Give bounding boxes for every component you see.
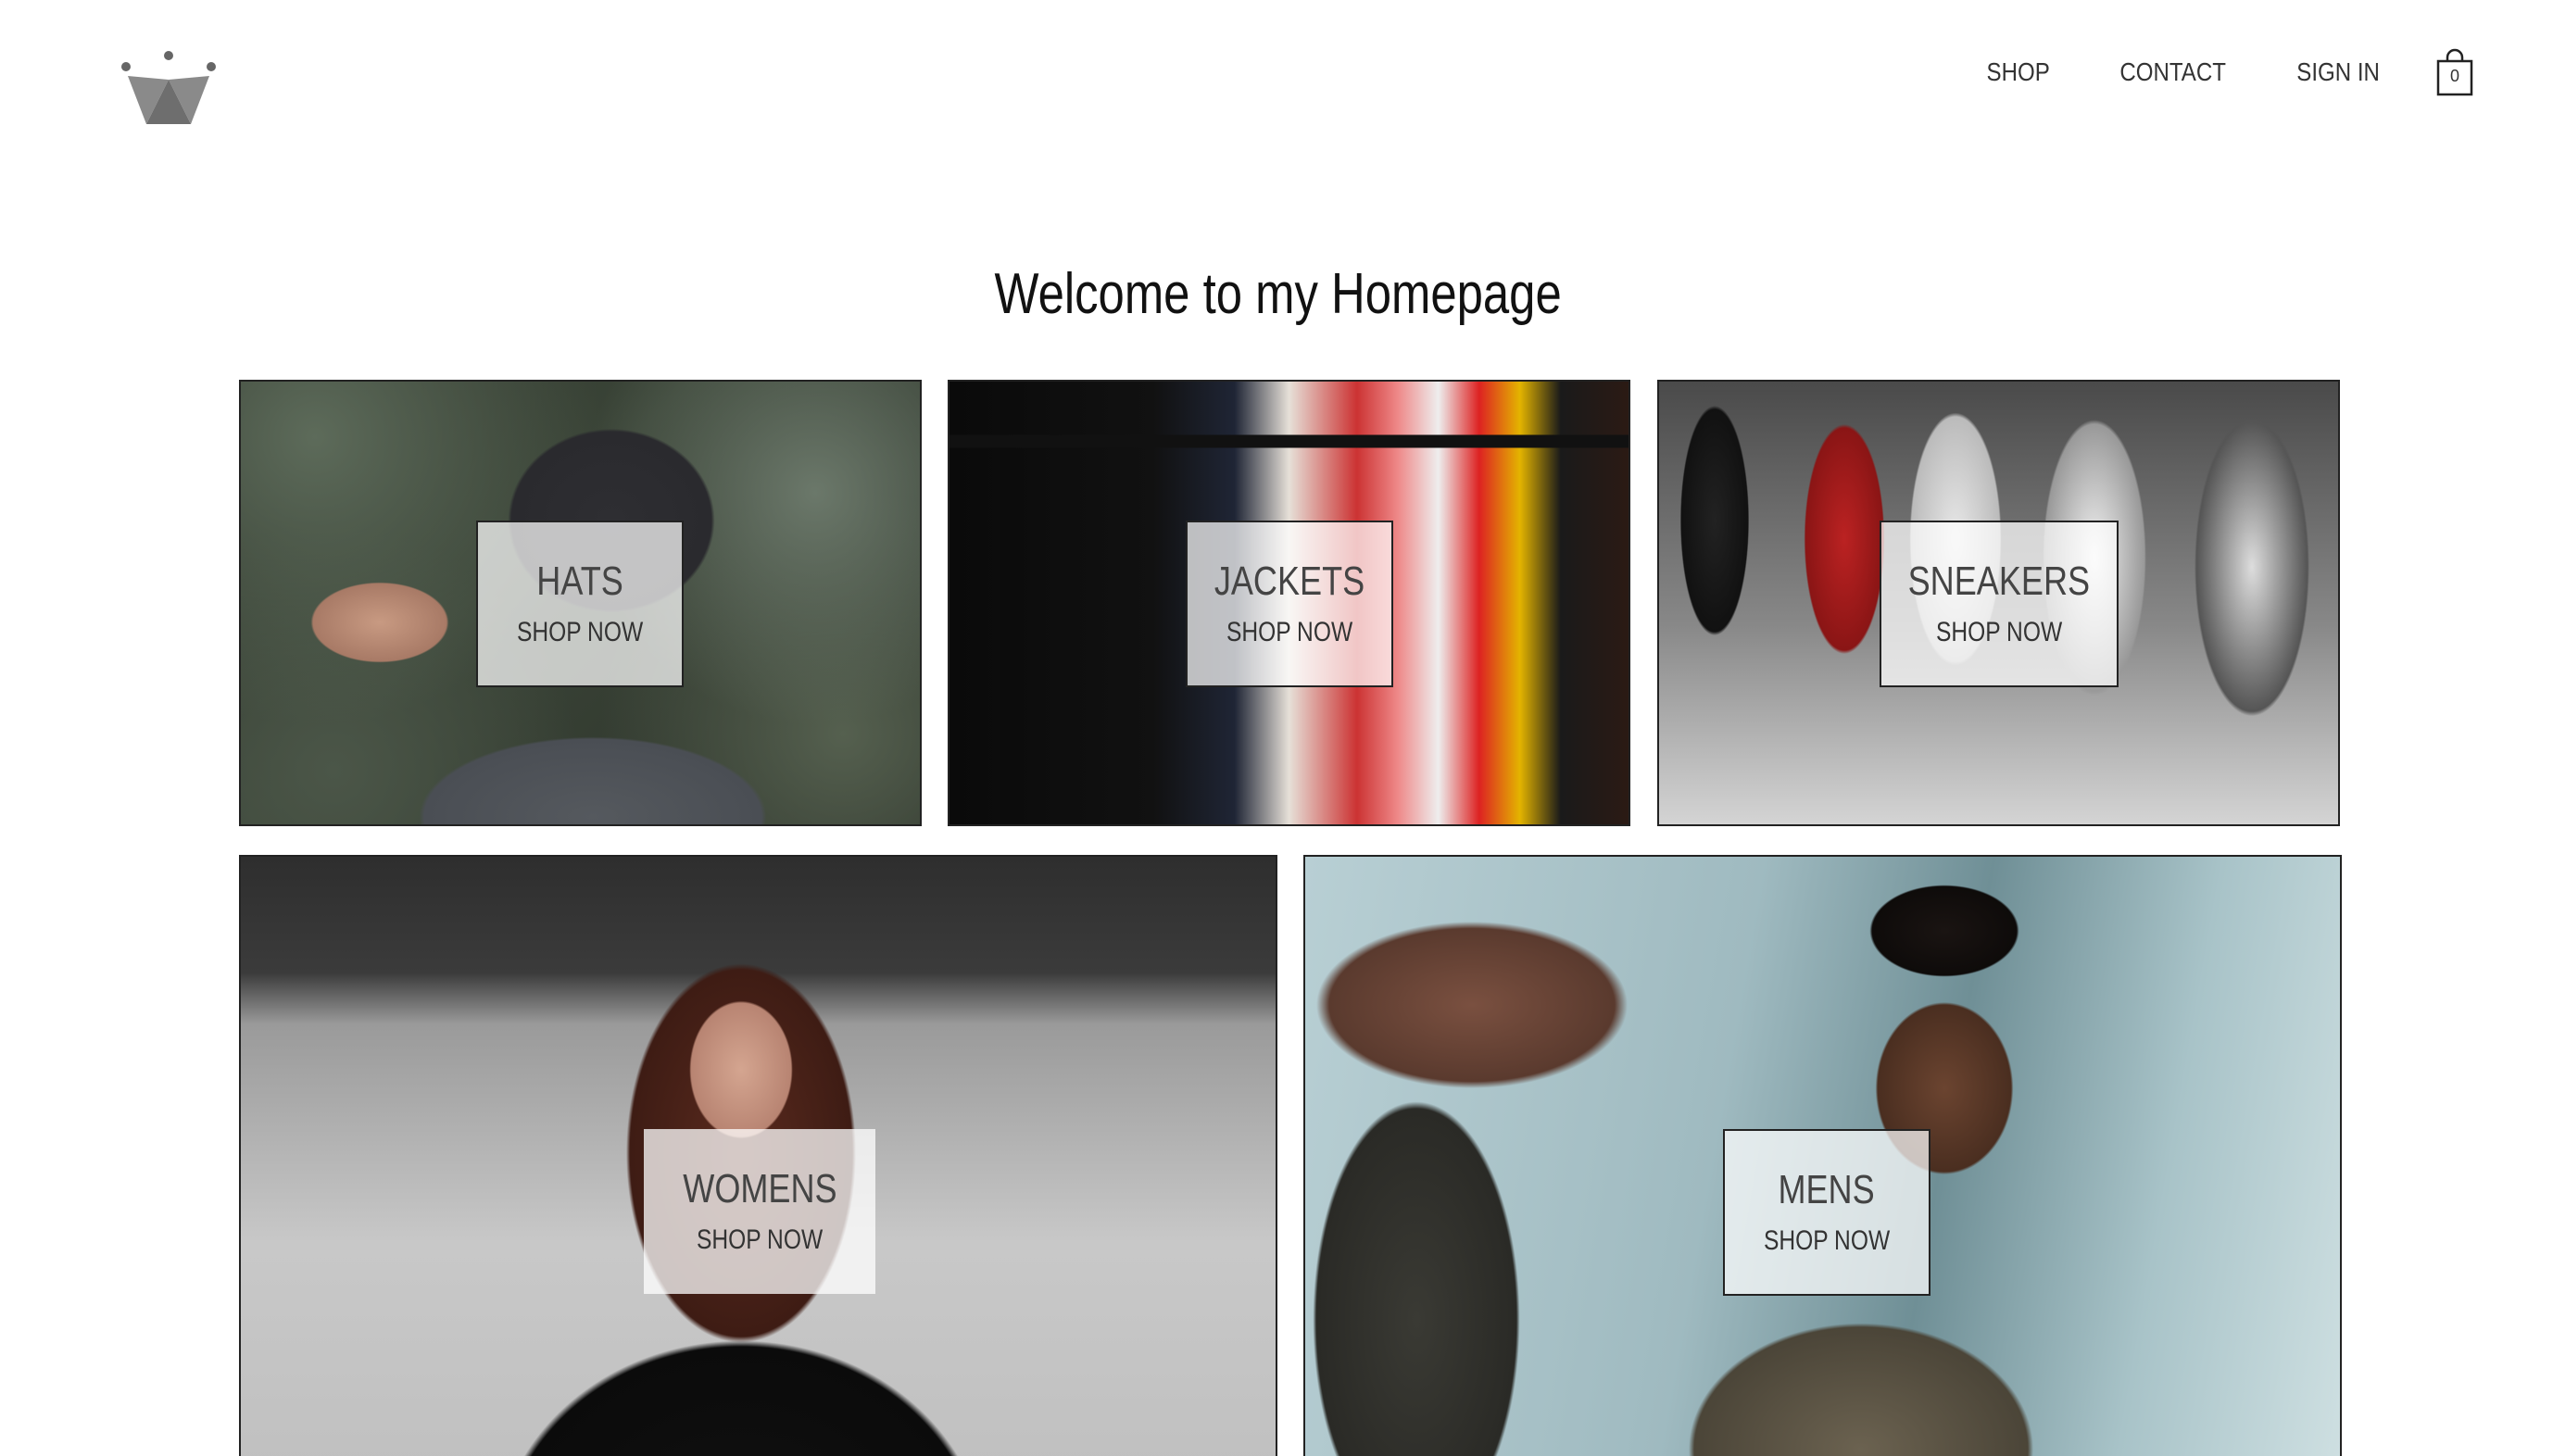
jackets-shop-now: SHOP NOW bbox=[1226, 617, 1353, 647]
sneakers-shop-now: SHOP NOW bbox=[1935, 617, 2063, 647]
nav-contact-link[interactable]: CONTACT bbox=[2119, 57, 2226, 87]
jackets-label[interactable]: JACKETS SHOP NOW bbox=[1186, 521, 1393, 687]
category-tile-womens[interactable]: WOMENS SHOP NOW bbox=[239, 855, 1277, 1456]
womens-shop-now: SHOP NOW bbox=[696, 1224, 824, 1255]
womens-label[interactable]: WOMENS SHOP NOW bbox=[644, 1129, 875, 1294]
nav-shop-link[interactable]: SHOP bbox=[1987, 57, 2050, 87]
womens-title: WOMENS bbox=[682, 1166, 837, 1211]
crown-logo-icon[interactable] bbox=[119, 48, 219, 130]
hats-shop-now: SHOP NOW bbox=[516, 617, 644, 647]
cart-button[interactable]: 0 bbox=[2434, 48, 2475, 96]
page: SHOP CONTACT SIGN IN 0 Welcome to my Hom… bbox=[0, 0, 2553, 1456]
sneakers-title: SNEAKERS bbox=[1907, 559, 2091, 604]
top-nav: SHOP CONTACT SIGN IN 0 bbox=[1926, 48, 2475, 96]
category-tile-sneakers[interactable]: SNEAKERS SHOP NOW bbox=[1657, 380, 2340, 826]
nav-sign-in-link[interactable]: SIGN IN bbox=[2296, 57, 2380, 87]
mens-shop-now: SHOP NOW bbox=[1763, 1225, 1891, 1256]
mens-label[interactable]: MENS SHOP NOW bbox=[1723, 1129, 1930, 1296]
category-tile-hats[interactable]: HATS SHOP NOW bbox=[239, 380, 922, 826]
jackets-title: JACKETS bbox=[1214, 559, 1365, 604]
category-tile-mens[interactable]: MENS SHOP NOW bbox=[1303, 855, 2342, 1456]
hats-label[interactable]: HATS SHOP NOW bbox=[476, 521, 684, 687]
sneakers-label[interactable]: SNEAKERS SHOP NOW bbox=[1880, 521, 2119, 687]
hats-title: HATS bbox=[536, 559, 623, 604]
cart-count: 0 bbox=[2449, 67, 2459, 85]
page-title: Welcome to my Homepage bbox=[994, 262, 1562, 326]
category-tile-jackets[interactable]: JACKETS SHOP NOW bbox=[948, 380, 1630, 826]
mens-title: MENS bbox=[1778, 1167, 1876, 1212]
